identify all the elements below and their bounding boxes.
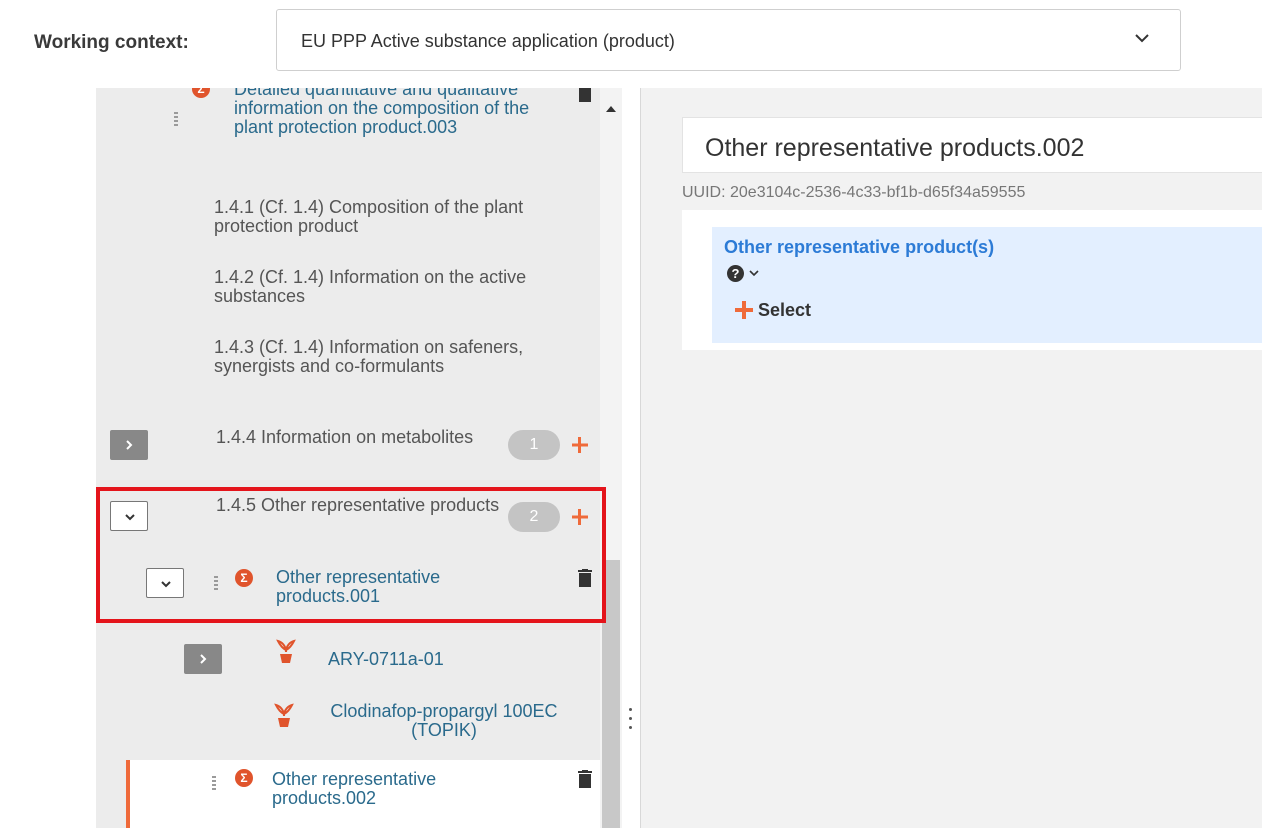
working-context-value: EU PPP Active substance application (pro… [301,31,675,51]
expand-toggle[interactable] [184,644,222,674]
active-indicator [126,760,130,828]
chevron-down-icon[interactable] [748,268,760,278]
scroll-up-arrow-icon[interactable] [606,106,616,112]
record-title: Other representative products.002 [705,134,1085,162]
plant-protection-product-icon [276,639,296,663]
expand-toggle[interactable] [110,430,148,460]
count-badge: 1 [508,430,560,460]
tree-item-record-002[interactable]: Other representative products.002 [272,770,522,808]
add-icon[interactable] [570,435,590,455]
select-button-label: Select [758,300,812,320]
tree-item-1-4-4[interactable]: 1.4.4 Information on metabolites [216,428,476,447]
help-icon[interactable]: ? [727,265,744,282]
drag-handle-icon[interactable] [212,776,216,792]
add-icon [735,301,753,319]
trash-icon[interactable] [578,770,592,788]
tree-item-1-4-1[interactable]: 1.4.1 (Cf. 1.4) Composition of the plant… [214,198,584,236]
plant-protection-product-icon [274,703,294,727]
navigation-tree: Σ Detailed quantitative and qualitative … [0,88,622,828]
drag-handle-icon[interactable] [174,112,178,128]
trash-icon[interactable] [578,88,592,102]
highlight-box [96,487,606,623]
top-bar: Working context: EU PPP Active substance… [0,0,1262,88]
working-context-label: Working context: [34,32,189,53]
tree-item-composition-003[interactable]: Detailed quantitative and qualitative in… [234,88,564,137]
tree-item-1-4-2[interactable]: 1.4.2 (Cf. 1.4) Information on the activ… [214,268,584,306]
chevron-right-icon [126,440,133,450]
field-label: Other representative product(s) [724,237,995,257]
splitter-grip-icon [629,708,633,748]
record-title-box: Other representative products.002 [682,117,1262,173]
tree-item-1-4-3[interactable]: 1.4.3 (Cf. 1.4) Information on safeners,… [214,338,554,376]
record-uuid: UUID: 20e3104c-2536-4c33-bf1b-d65f34a595… [682,184,1026,201]
tree-item-product-ary[interactable]: ARY-0711a-01 [328,650,568,669]
sigma-icon: Σ [235,769,253,787]
panel-splitter[interactable] [622,88,640,828]
working-context-select[interactable]: EU PPP Active substance application (pro… [276,9,1181,71]
tree-item-product-clodinafop[interactable]: Clodinafop-propargyl 100EC (TOPIK) [324,702,564,740]
chevron-down-icon [1135,34,1149,43]
chevron-right-icon [200,654,207,664]
